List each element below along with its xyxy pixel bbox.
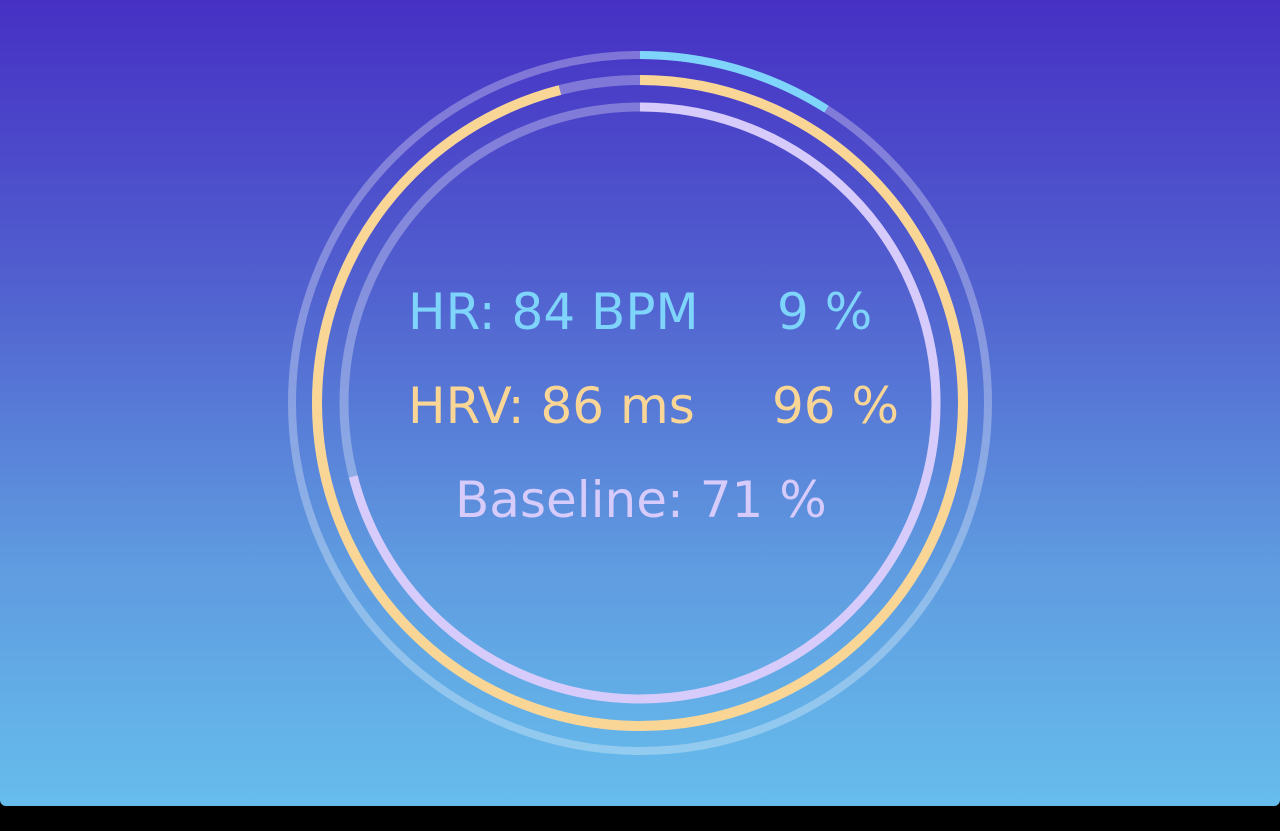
hr-value-label: HR: 84 BPM (408, 283, 699, 341)
hr-percent-label: 9 % (777, 283, 873, 341)
heart-rate-ring-dashboard: HR: 84 BPM 9 % HRV: 86 ms 96 % Baseline:… (0, 0, 1280, 806)
hrv-percent-label: 96 % (772, 377, 900, 435)
hrv-value-label: HRV: 86 ms (408, 377, 695, 435)
baseline-label: Baseline: 71 % (455, 471, 827, 529)
